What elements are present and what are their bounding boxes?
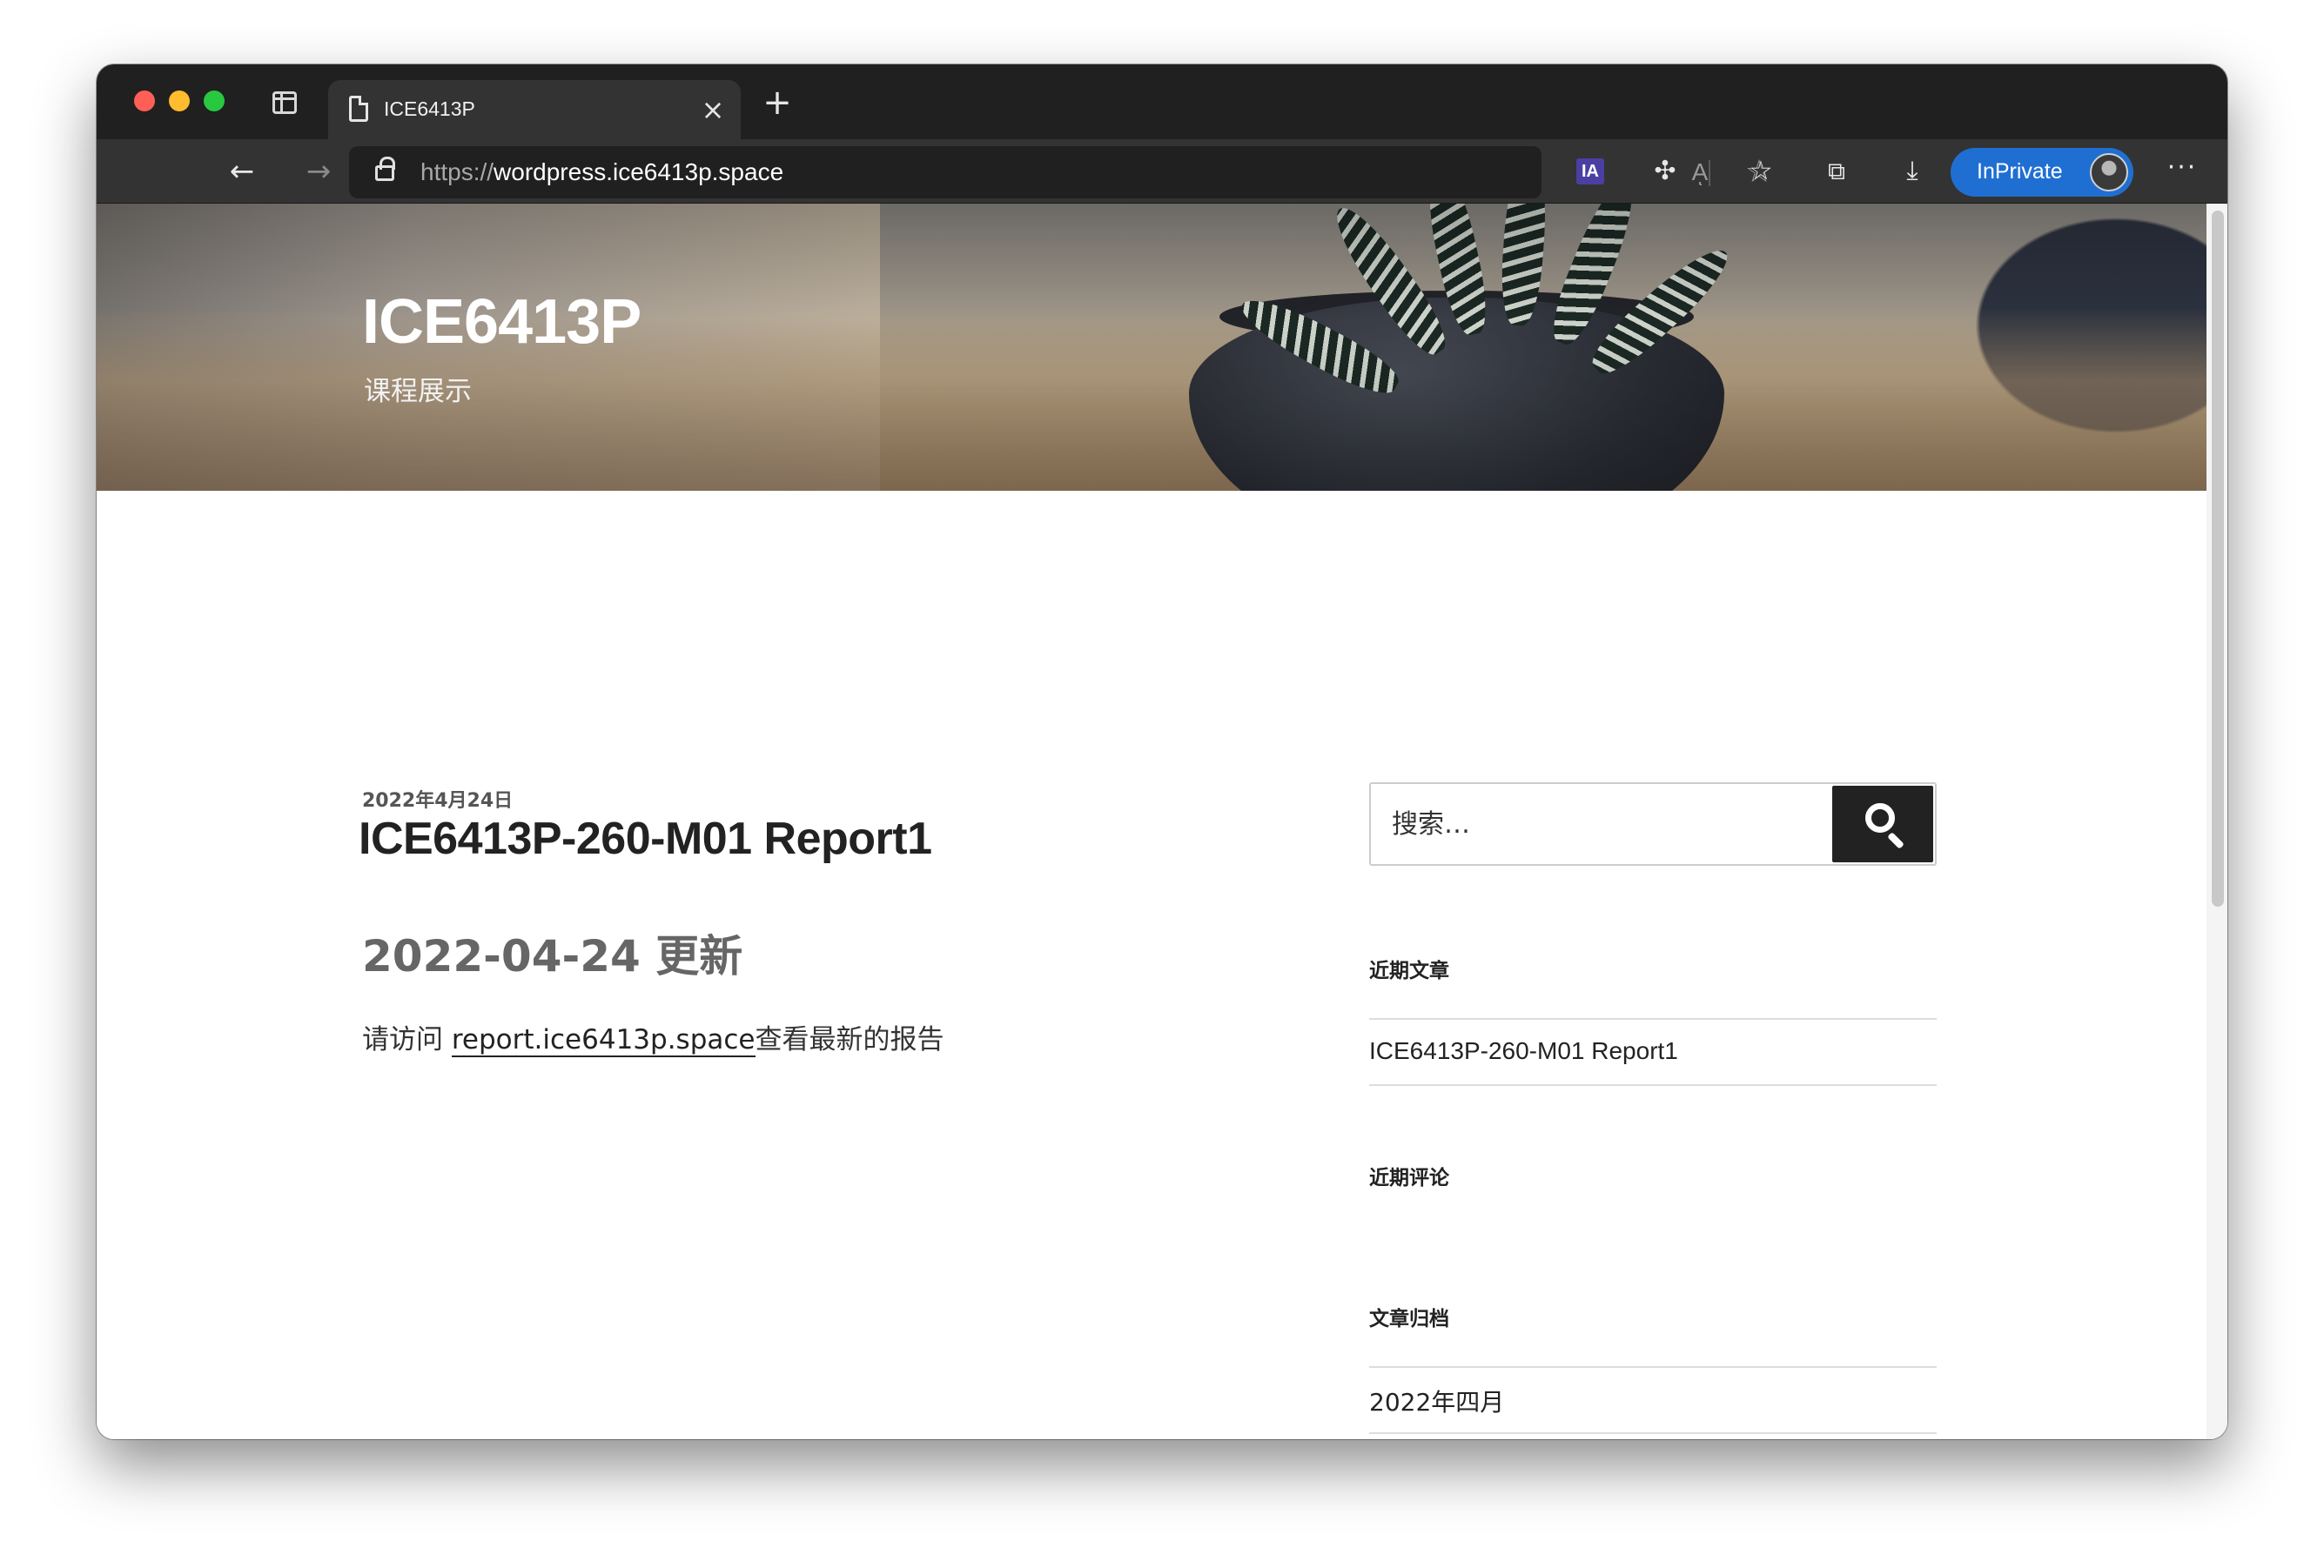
- close-tab-icon[interactable]: ×: [694, 90, 732, 129]
- divider: [1369, 1366, 1937, 1368]
- ia-extension-icon[interactable]: IA: [1576, 158, 1604, 184]
- search-button[interactable]: [1832, 786, 1933, 862]
- search-icon: [1865, 803, 1895, 833]
- inprivate-button[interactable]: InPrivate: [1951, 148, 2133, 197]
- scrollbar-thumb[interactable]: [2212, 211, 2224, 907]
- browser-toolbar: ← → ↻ https://wordpress.ice6413p.space A…: [97, 139, 2227, 204]
- close-window-button[interactable]: [134, 90, 155, 111]
- avatar: [2090, 153, 2128, 191]
- post-heading: 2022-04-24 更新: [362, 931, 743, 982]
- read-aloud-icon[interactable]: Aͅ: [1681, 155, 1719, 190]
- divider: [1369, 1084, 1937, 1086]
- address-bar[interactable]: https://wordpress.ice6413p.space Aͅ ☆: [349, 146, 1773, 198]
- more-icon[interactable]: ···: [2161, 151, 2203, 192]
- search-input[interactable]: [1373, 786, 1834, 862]
- browser-window: ICE6413P × + ← → ↻ https://wordpress.ice…: [97, 64, 2227, 1439]
- page-viewport: ICE6413P 课程展示 2022年4月24日 ICE6413P-260-M0…: [97, 204, 2227, 1439]
- tab-strip: ICE6413P × +: [97, 64, 2227, 139]
- lock-icon[interactable]: [375, 157, 395, 181]
- archives-title: 文章归档: [1369, 1308, 1449, 1330]
- tab-title: ICE6413P: [384, 97, 475, 120]
- post-body-suffix: 查看最新的报告: [755, 1024, 944, 1055]
- collections-icon[interactable]: ⧉: [1816, 151, 1857, 192]
- url-scheme: https://: [420, 158, 494, 185]
- extensions-icon[interactable]: ✣: [1644, 151, 1686, 192]
- inprivate-label: InPrivate: [1977, 159, 2063, 184]
- site-tagline: 课程展示: [364, 376, 472, 407]
- page-icon: [349, 96, 368, 122]
- url-text[interactable]: https://wordpress.ice6413p.space: [420, 158, 783, 186]
- toolbar-separator: [1709, 160, 1710, 186]
- divider: [1369, 1018, 1937, 1020]
- new-tab-button[interactable]: +: [758, 85, 796, 124]
- maximize-window-button[interactable]: [204, 90, 225, 111]
- post-body: 请访问 report.ice6413p.space查看最新的报告: [362, 1017, 944, 1057]
- recent-comments-title: 近期评论: [1369, 1167, 1449, 1189]
- post-date[interactable]: 2022年4月24日: [362, 785, 513, 813]
- divider: [1369, 1432, 1937, 1434]
- tab-active[interactable]: ICE6413P ×: [328, 80, 741, 139]
- site-title[interactable]: ICE6413P: [362, 286, 641, 358]
- favorites-icon[interactable]: ☆: [1740, 151, 1782, 192]
- recent-post-link[interactable]: ICE6413P-260-M01 Report1: [1369, 1037, 1678, 1065]
- minimize-window-button[interactable]: [169, 90, 190, 111]
- post-body-prefix: 请访问: [362, 1024, 452, 1055]
- archive-link[interactable]: 2022年四月: [1369, 1384, 1504, 1418]
- url-host: wordpress.ice6413p.space: [494, 158, 784, 185]
- scrollbar[interactable]: [2206, 204, 2227, 1439]
- tab-actions-icon[interactable]: [272, 91, 297, 114]
- report-link[interactable]: report.ice6413p.space: [451, 1024, 756, 1057]
- forward-arrow-icon[interactable]: →: [298, 151, 339, 192]
- back-arrow-icon[interactable]: ←: [221, 151, 263, 192]
- recent-posts-title: 近期文章: [1369, 960, 1449, 982]
- download-icon[interactable]: ⤓: [1891, 151, 1933, 192]
- post-title: ICE6413P-260-M01 Report1: [359, 814, 932, 864]
- header-image: ICE6413P 课程展示: [97, 204, 2206, 491]
- search-form: [1369, 782, 1937, 866]
